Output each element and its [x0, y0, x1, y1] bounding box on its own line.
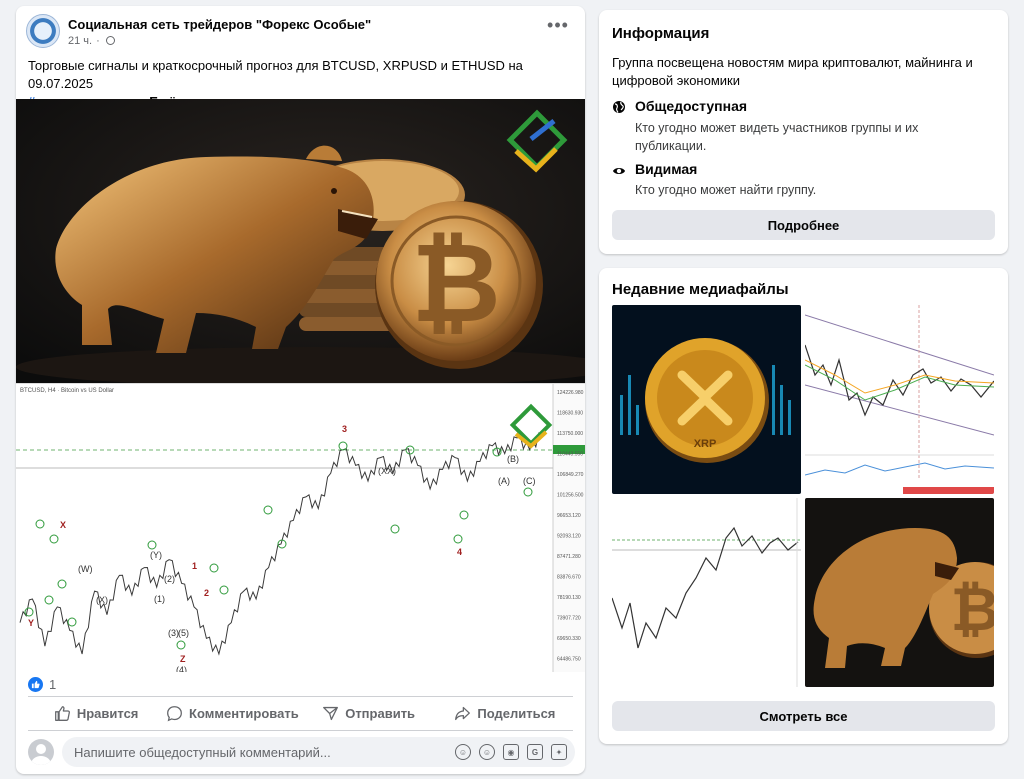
share-icon: [455, 706, 471, 720]
wave-label-w: (W): [78, 564, 93, 574]
wave-label-c: (C): [523, 476, 536, 486]
post-body: Торговые сигналы и краткосрочный прогноз…: [28, 58, 523, 91]
comment-input[interactable]: [74, 745, 374, 760]
y-tick-label: 69650.330: [557, 636, 581, 642]
group-info-card: Информация Группа посвещена новостям мир…: [599, 10, 1008, 254]
wave-label-x2: (X): [96, 595, 108, 605]
post-card: Социальная сеть трейдеров "Форекс Особые…: [16, 6, 585, 774]
reaction-summary[interactable]: 1: [28, 674, 56, 694]
y-tick-label: 87471.280: [557, 554, 581, 560]
comment-box[interactable]: ☺ ☺ ◉ G ✦: [62, 737, 575, 767]
y-tick-label: 83876.670: [557, 575, 581, 581]
media-thumb-chart-2[interactable]: [612, 498, 801, 687]
wave-label-w2: (2): [164, 574, 175, 584]
y-tick-label: 113750.000: [557, 431, 583, 437]
post-header: Социальная сеть трейдеров "Форекс Особые…: [16, 6, 585, 58]
y-tick-label: 110443.550: [557, 452, 583, 458]
sticker-icon[interactable]: ✦: [551, 744, 567, 760]
info-description: Группа посвещена новостям мира криптовал…: [612, 55, 973, 88]
camera-icon[interactable]: ◉: [503, 744, 519, 760]
wave-label-1: 1: [192, 561, 197, 571]
wave-label-x: X: [60, 520, 66, 530]
wave-label-z: Z: [180, 654, 186, 664]
send-icon: [323, 706, 339, 720]
y-tick-label: 106849.270: [557, 472, 584, 478]
wave-label-b: (B): [507, 454, 519, 464]
wave-label-4: 4: [457, 547, 462, 557]
public-text: Кто угодно может видеть участников групп…: [635, 121, 919, 153]
emoji-icon[interactable]: ☺: [479, 744, 495, 760]
comment-composer: ☺ ☺ ◉ G ✦: [16, 735, 585, 769]
media-title: Недавние медиафайлы: [612, 281, 789, 298]
comment-icon: [167, 705, 182, 721]
send-label[interactable]: Отправить: [345, 706, 415, 721]
user-avatar[interactable]: [28, 739, 54, 765]
bear-illustration: ₿: [16, 99, 585, 383]
comment-label[interactable]: Комментировать: [189, 706, 299, 721]
y-tick-label: 101256.500: [557, 493, 584, 499]
comment-button[interactable]: Комментировать: [164, 700, 300, 726]
eye-icon: [613, 168, 625, 174]
y-tick-label: 118630.930: [557, 411, 583, 417]
thumbs-up-icon: [54, 705, 70, 721]
like-label[interactable]: Нравится: [77, 706, 139, 721]
recent-media-card: Недавние медиафайлы XRP ₿ Смотреть все: [599, 268, 1008, 744]
svg-text:₿: ₿: [411, 222, 501, 345]
learn-more-button[interactable]: Подробнее: [612, 210, 995, 240]
y-tick-label: 96653.120: [557, 513, 581, 519]
post-actions: Нравится Комментировать Отправить Подели…: [28, 700, 573, 726]
share-button[interactable]: Поделиться: [437, 700, 573, 726]
globe-icon: [613, 101, 625, 113]
post-time-label[interactable]: 21 ч.: [68, 35, 92, 47]
reaction-count[interactable]: 1: [49, 677, 56, 692]
like-button[interactable]: Нравится: [28, 700, 164, 726]
info-title: Информация: [612, 25, 710, 42]
y-tick-label: 64486.750: [557, 657, 581, 663]
wave-label-xx: (XX): [378, 466, 396, 476]
group-avatar[interactable]: [26, 14, 60, 48]
wave-label-w1: (1): [154, 594, 165, 604]
post-image-bear[interactable]: ₿: [16, 99, 585, 383]
media-thumb-bear[interactable]: ₿: [805, 498, 994, 687]
wave-label-3: 3: [342, 424, 347, 434]
more-options-icon[interactable]: •••: [546, 16, 570, 38]
svg-text:₿: ₿: [951, 576, 994, 643]
media-thumb-chart-1[interactable]: [805, 305, 994, 494]
divider: [28, 730, 573, 731]
share-label[interactable]: Поделиться: [477, 706, 555, 721]
visible-title: Видимая: [635, 161, 698, 177]
divider: [28, 696, 573, 697]
post-image-chart[interactable]: BTCUSD, H4 · Bitcoin vs US Dollar 124226…: [16, 383, 585, 672]
avatar-sticker-icon[interactable]: ☺: [455, 744, 471, 760]
wave-label-w5: (5): [178, 628, 189, 638]
gif-icon[interactable]: G: [527, 744, 543, 760]
wave-label-w4: (4): [176, 665, 187, 672]
xrp-coin-label: XRP: [694, 438, 717, 450]
y-tick-label: 92093.120: [557, 534, 581, 540]
media-thumb-xrp[interactable]: XRP: [612, 305, 801, 494]
wave-label-a: (A): [498, 476, 510, 486]
bitcoin-coin: ₿: [375, 201, 543, 369]
group-name[interactable]: Социальная сеть трейдеров "Форекс Особые…: [68, 17, 371, 32]
public-title: Общедоступная: [635, 98, 748, 114]
globe-icon: [105, 36, 115, 45]
y-tick-label: 73907.720: [557, 616, 581, 622]
send-button[interactable]: Отправить: [301, 700, 437, 726]
elliott-wave-chart: BTCUSD, H4 · Bitcoin vs US Dollar 124226…: [16, 384, 585, 672]
wave-label-2: 2: [204, 588, 209, 598]
chart-title: BTCUSD, H4 · Bitcoin vs US Dollar: [20, 388, 114, 394]
y-tick-label: 78190.130: [557, 595, 581, 601]
post-time[interactable]: 21 ч. ·: [68, 35, 115, 47]
wave-label-y2: (Y): [150, 550, 162, 560]
wave-label-y: Y: [28, 618, 34, 628]
visible-text: Кто угодно может найти группу.: [635, 183, 817, 197]
see-all-button[interactable]: Смотреть все: [612, 701, 995, 731]
comment-tools: ☺ ☺ ◉ G ✦: [447, 744, 567, 760]
like-reaction-icon: [28, 676, 43, 692]
y-tick-label: 124226.980: [557, 390, 584, 396]
